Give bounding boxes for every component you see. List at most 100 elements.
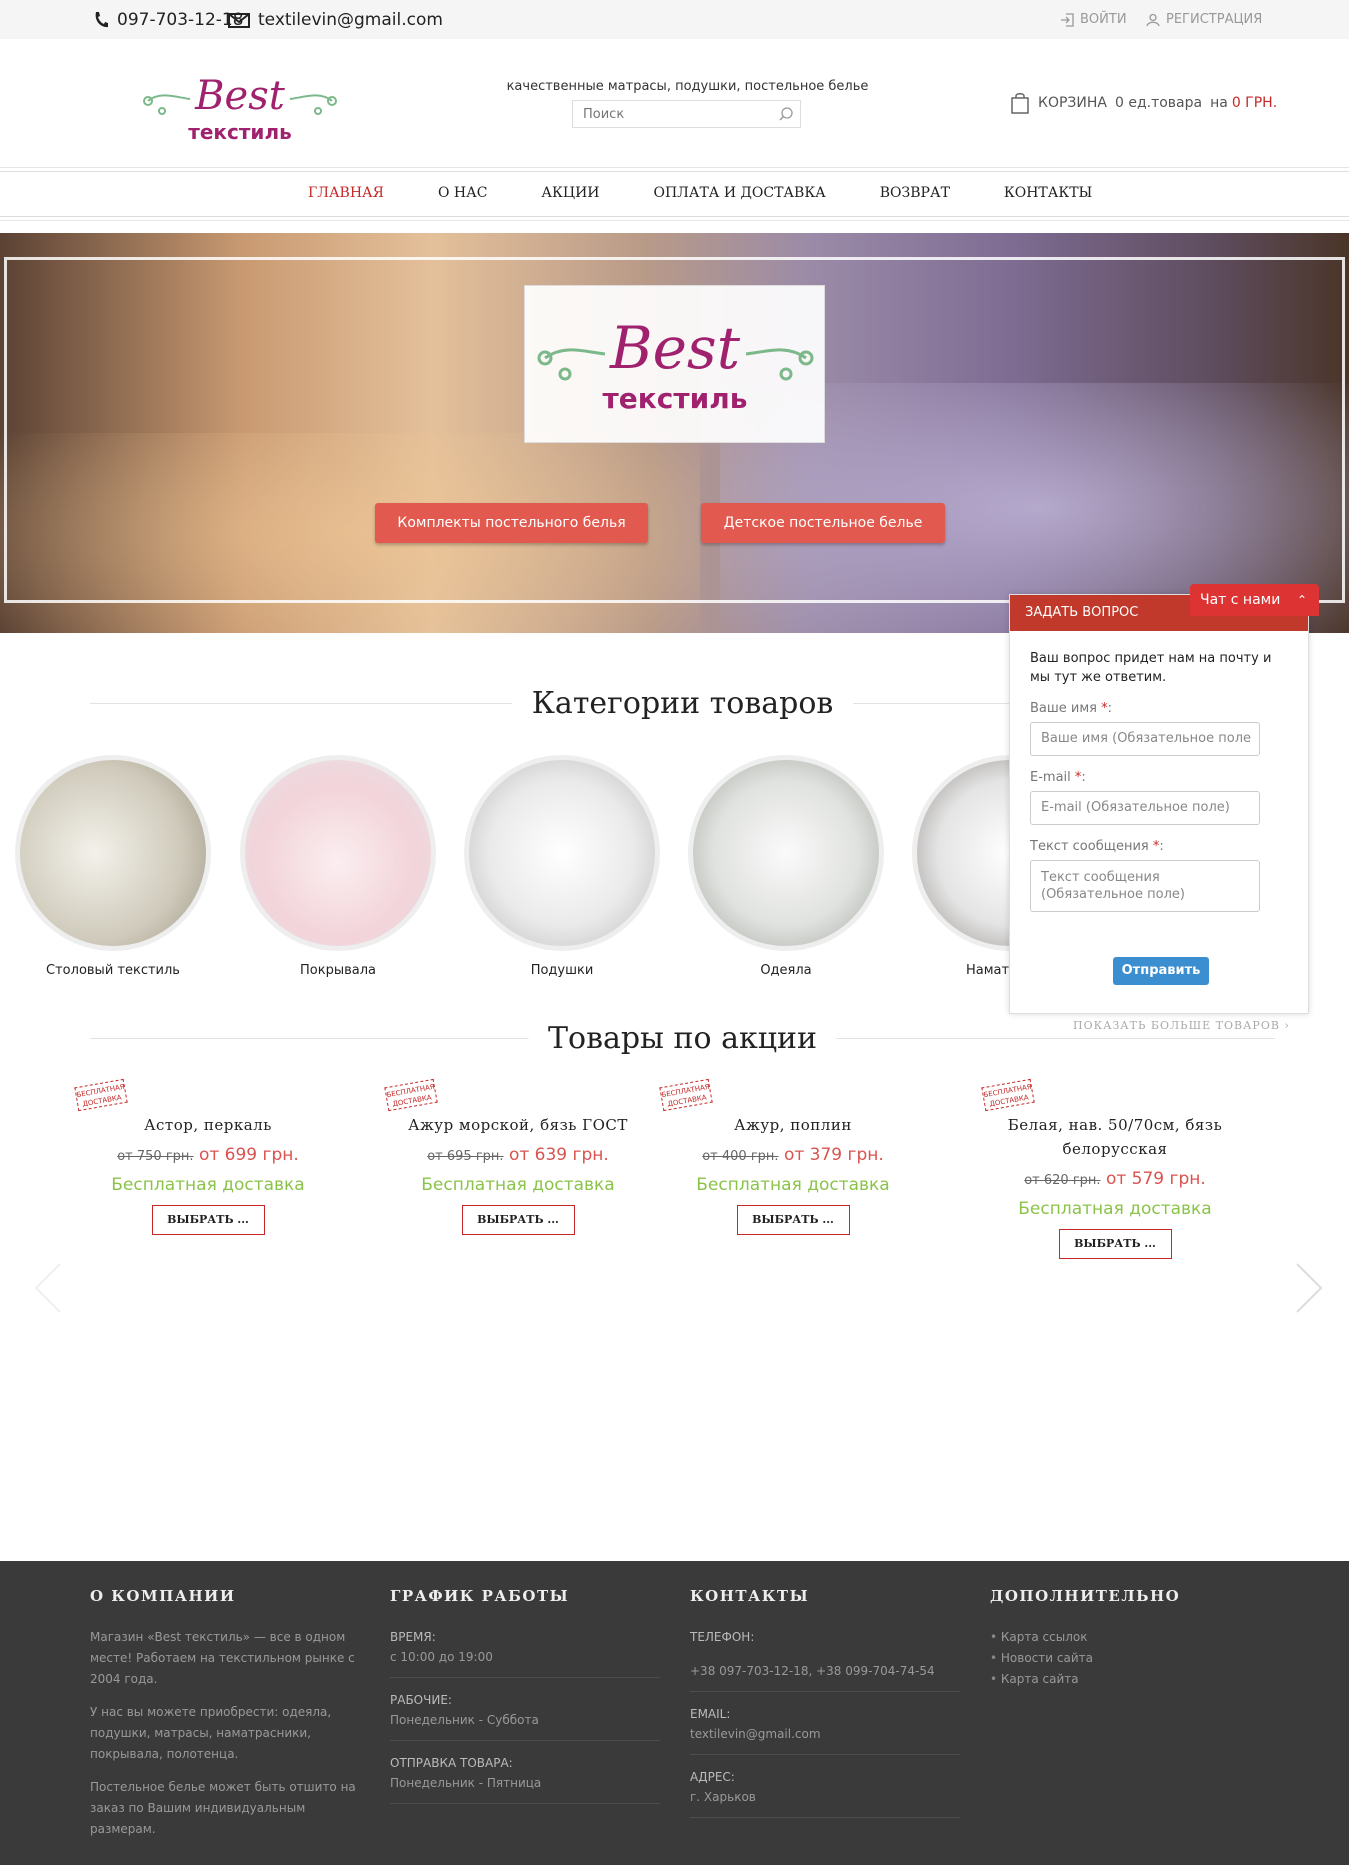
category-blankets[interactable]: Одеяла (686, 755, 886, 978)
free-shipping-note: Бесплатная доставка (696, 1175, 890, 1195)
choose-button[interactable]: ВЫБРАТЬ ... (151, 1205, 265, 1235)
category-label: Подушки (530, 963, 594, 978)
free-delivery-stamp: БЕСПЛАТНАЯ ДОСТАВКА (659, 1078, 713, 1112)
free-shipping-note: Бесплатная доставка (111, 1175, 305, 1195)
product-price: от 695 грн. от 639 грн. (368, 1145, 668, 1165)
choose-button[interactable]: ВЫБРАТЬ ... (461, 1205, 575, 1235)
product-name[interactable]: Ажур морской, бязь ГОСТ (368, 1113, 668, 1137)
new-price: от 579 грн. (1105, 1169, 1206, 1189)
new-price: от 699 грн. (198, 1145, 299, 1165)
footer-link-sitemap[interactable]: Карта сайта (990, 1669, 1260, 1690)
category-table-textile[interactable]: Столовый текстиль (13, 755, 213, 978)
footer-about: О КОМПАНИИ Магазин «Best текстиль» — все… (90, 1587, 360, 1852)
nav-item-contacts[interactable]: КОНТАКТЫ (1004, 185, 1092, 201)
contact-value: +38 097-703-12-18, +38 099-704-74-54 (690, 1664, 935, 1678)
footer-extra-title: ДОПОЛНИТЕЛЬНО (990, 1587, 1181, 1605)
nav-item-about[interactable]: О НАС (438, 185, 487, 201)
user-icon (1146, 13, 1160, 26)
footer-extra: ДОПОЛНИТЕЛЬНО Карта ссылок Новости сайта… (990, 1587, 1260, 1690)
chevron-right-icon: › (1284, 1019, 1290, 1032)
product-name[interactable]: Белая, нав. 50/70см, бязь белорусская (965, 1113, 1265, 1161)
free-shipping-note: Бесплатная доставка (421, 1175, 615, 1195)
old-price: от 695 грн. (427, 1149, 504, 1164)
product-price: от 750 грн. от 699 грн. (58, 1145, 358, 1165)
chat-tab-button[interactable]: Чат с нами ⌃ (1190, 584, 1319, 616)
nav-item-home[interactable]: ГЛАВНАЯ (308, 185, 384, 201)
schedule-value: Понедельник - Суббота (390, 1713, 539, 1727)
promo-title: Товары по акции (528, 1021, 837, 1056)
email-field[interactable]: E-mail (Обязательное поле) (1030, 791, 1260, 825)
hero-logo-subtext: текстиль (603, 382, 748, 415)
cart-widget[interactable]: КОРЗИНА 0 ед.товара на 0 ГРН. (1010, 92, 1277, 114)
message-field[interactable]: Текст сообщения (Обязательное поле) (1030, 860, 1260, 912)
new-price: от 639 грн. (508, 1145, 609, 1165)
phone-link[interactable]: 097-703-12-18 (93, 10, 244, 30)
product-name[interactable]: Ажур, поплин (643, 1113, 943, 1137)
product-name[interactable]: Астор, перкаль (58, 1113, 358, 1137)
site-tagline: качественные матрасы, подушки, постельно… (506, 79, 869, 94)
search-input[interactable] (573, 101, 763, 127)
choose-button[interactable]: ВЫБРАТЬ ... (736, 1205, 850, 1235)
free-delivery-stamp: БЕСПЛАТНАЯ ДОСТАВКА (384, 1078, 438, 1112)
footer-contacts-title: КОНТАКТЫ (690, 1587, 810, 1605)
mail-icon (228, 12, 250, 28)
nav-item-returns[interactable]: ВОЗВРАТ (880, 185, 950, 201)
free-delivery-stamp: БЕСПЛАТНАЯ ДОСТАВКА (981, 1078, 1035, 1112)
logo-graphic: Best текстиль (143, 73, 337, 144)
register-link[interactable]: РЕГИСТРАЦИЯ (1146, 12, 1262, 27)
footer-link-news[interactable]: Новости сайта (990, 1648, 1260, 1669)
product-price: от 620 грн. от 579 грн. (965, 1169, 1265, 1189)
site-header: Best текстиль качественные матрасы, поду… (0, 39, 1349, 171)
site-footer: О КОМПАНИИ Магазин «Best текстиль» — все… (0, 1561, 1349, 1865)
site-logo[interactable]: Best текстиль (140, 69, 340, 149)
login-label: ВОЙТИ (1080, 12, 1127, 27)
send-button[interactable]: Отправить (1113, 957, 1209, 985)
show-more-link[interactable]: ПОКАЗАТЬ БОЛЬШЕ ТОВАРОВ › (1073, 1019, 1290, 1032)
footer-schedule-title: ГРАФИК РАБОТЫ (390, 1587, 570, 1605)
footer-about-text: У нас вы можете приобрести: одеяла, поду… (90, 1705, 332, 1761)
footer-link-sitelinks[interactable]: Карта ссылок (990, 1627, 1260, 1648)
search-icon[interactable] (778, 106, 794, 122)
footer-about-text: Магазин «Best текстиль» — все в одном ме… (90, 1630, 355, 1686)
chat-tab-label: Чат с нами (1200, 592, 1281, 608)
contact-value[interactable]: textilevin@gmail.com (690, 1724, 960, 1744)
cart-on: на (1210, 95, 1228, 111)
email-label-text: E-mail (1030, 770, 1071, 785)
product-price: от 400 грн. от 379 грн. (643, 1145, 943, 1165)
cart-count: 0 ед.товара (1114, 95, 1203, 111)
email-link[interactable]: textilevin@gmail.com (228, 10, 443, 30)
category-label: Столовый текстиль (46, 963, 180, 978)
product-card: БЕСПЛАТНАЯ ДОСТАВКА Белая, нав. 50/70см,… (965, 1078, 1265, 1259)
cart-label: КОРЗИНА (1038, 95, 1107, 111)
required-mark: * (1152, 839, 1160, 854)
nav-item-promotions[interactable]: АКЦИИ (541, 185, 599, 201)
category-pillows[interactable]: Подушки (462, 755, 662, 978)
login-link[interactable]: ВОЙТИ (1060, 12, 1127, 27)
free-delivery-stamp: БЕСПЛАТНАЯ ДОСТАВКА (74, 1078, 128, 1112)
schedule-key: ОТПРАВКА ТОВАРА: (390, 1756, 513, 1770)
footer-about-title: О КОМПАНИИ (90, 1587, 236, 1605)
product-card: БЕСПЛАТНАЯ ДОСТАВКА Ажур, поплин от 400 … (643, 1078, 943, 1235)
bedding-sets-button[interactable]: Комплекты постельного белья (375, 503, 648, 543)
schedule-value: Понедельник - Пятница (390, 1776, 542, 1790)
schedule-value: с 10:00 до 19:00 (390, 1650, 493, 1664)
name-field[interactable]: Ваше имя (Обязательное поле (1030, 722, 1260, 756)
main-nav: ГЛАВНАЯ О НАС АКЦИИ ОПЛАТА И ДОСТАВКА ВО… (0, 167, 1349, 221)
chat-panel: ЗАДАТЬ ВОПРОС Ваш вопрос придет нам на п… (1009, 594, 1309, 1014)
hero-banner: Best текстиль Комплекты постельного бель… (0, 233, 1349, 633)
carousel-next-icon[interactable] (1287, 1260, 1327, 1316)
required-mark: * (1101, 701, 1108, 716)
carousel-prev-icon[interactable] (30, 1260, 70, 1316)
hero-logo-text: Best (609, 314, 741, 382)
required-mark: * (1074, 770, 1082, 785)
contact-key: ТЕЛЕФОН: (690, 1630, 755, 1644)
category-image (688, 755, 884, 951)
email-label: E-mail *: (1030, 770, 1086, 785)
message-label-text: Текст сообщения (1030, 839, 1149, 854)
free-shipping-note: Бесплатная доставка (1018, 1199, 1212, 1219)
nav-item-payment-delivery[interactable]: ОПЛАТА И ДОСТАВКА (654, 185, 826, 201)
shopping-bag-icon (1011, 93, 1029, 114)
choose-button[interactable]: ВЫБРАТЬ ... (1058, 1229, 1172, 1259)
kids-bedding-button[interactable]: Детское постельное белье (701, 503, 945, 543)
category-bedspreads[interactable]: Покрывала (238, 755, 438, 978)
